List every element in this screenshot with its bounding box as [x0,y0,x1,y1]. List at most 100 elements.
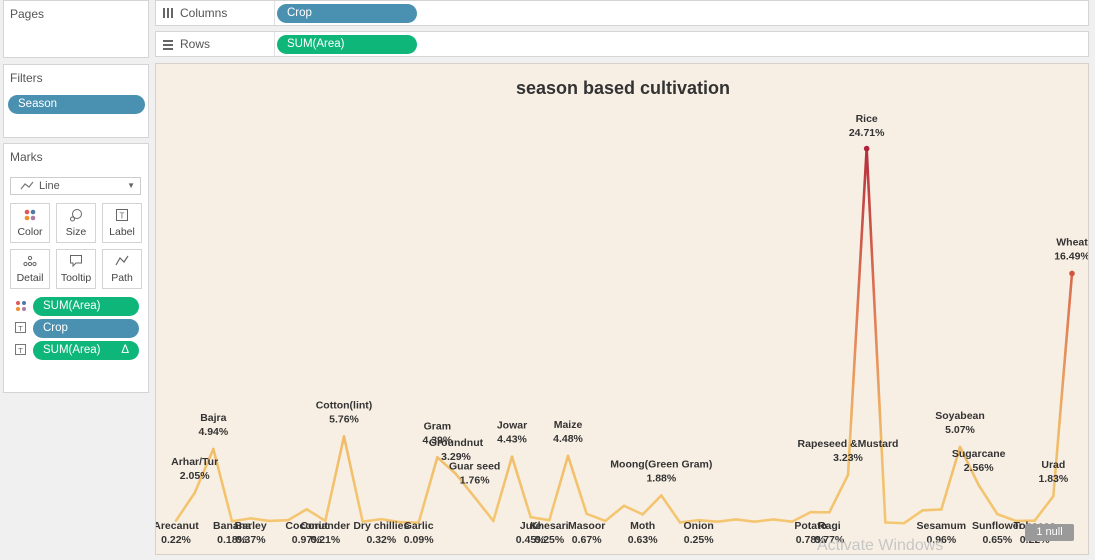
color-button[interactable]: Color [10,203,50,243]
data-label: Wheat 16.49% [1054,236,1088,262]
rows-pill-sum-area[interactable]: SUM(Area) [277,35,417,54]
filters-title: Filters [10,71,43,85]
path-icon [103,254,141,270]
tooltip-icon [57,254,95,270]
data-label-value: 0.67% [572,534,602,546]
data-label-crop: Barley [235,520,267,532]
data-label-value: 2.05% [180,470,210,482]
tooltip-button[interactable]: Tooltip [56,249,96,289]
columns-shelf[interactable]: Columns Crop [155,0,1089,26]
data-label: Dry chillies 0.32% [353,520,409,546]
data-label: Bajra 4.94% [198,412,228,438]
line-segment [828,473,850,514]
data-label-value: 0.32% [366,534,396,546]
data-label: Cotton(lint) 5.76% [316,399,373,425]
data-label-crop: Cotton(lint) [316,399,373,411]
line-segment [734,518,756,524]
data-label-value: 4.94% [198,426,228,438]
data-label-crop: Ragi [818,520,841,532]
rows-shelf[interactable]: Rows SUM(Area) [155,31,1089,57]
path-button[interactable]: Path [102,249,142,289]
data-label-crop: Masoor [568,520,605,532]
columns-pill-crop[interactable]: Crop [277,4,417,23]
chart-points [863,145,1075,277]
line-segment [548,454,570,522]
rows-label: Rows [180,37,211,51]
line-segment [977,483,999,516]
svg-text:T: T [18,346,23,355]
data-point[interactable] [863,145,870,152]
data-label: Onion 0.25% [684,520,715,546]
line-segment [286,507,308,522]
data-label: Jowar 4.43% [497,420,528,446]
label-button-label: Label [109,226,135,238]
data-label: Soyabean 5.07% [935,410,985,436]
data-label-crop: Sesamum [917,520,967,532]
chart-labels: Arecanut0.22%Arhar/Tur2.05%Bajra4.94%Ban… [156,113,1088,546]
data-label-value: 5.07% [945,424,975,436]
size-button-label: Size [65,226,87,238]
label-icon: T [103,208,141,224]
data-label-value: 5.76% [329,413,359,425]
data-label-value: 0.22% [161,534,191,546]
data-label-crop: Soyabean [935,410,985,422]
line-segment [417,456,439,524]
label-icon: T [15,344,27,359]
data-label-crop: Onion [684,520,714,532]
data-label: Masoor 0.67% [568,520,605,546]
data-label-value: 1.76% [460,474,490,486]
mark-type-dropdown[interactable]: Line ▼ [10,177,141,195]
null-indicator[interactable]: 1 null [1025,524,1074,541]
size-icon [57,208,95,224]
line-segment [846,147,868,477]
color-dots-icon [15,300,27,315]
filters-card: Filters Season [3,64,149,138]
mark-field-sum-area-label-text: SUM(Area) [43,344,101,356]
data-label-value: 24.71% [849,127,885,139]
detail-button[interactable]: Detail [10,249,50,289]
pages-title: Pages [10,7,45,21]
data-label-crop: Garlic [404,520,434,532]
data-label-value: 1.88% [646,472,676,484]
color-button-label: Color [17,226,43,238]
line-segment [660,494,682,524]
line-segment [772,518,794,524]
line-segment [174,491,196,522]
label-button[interactable]: T Label [102,203,142,243]
line-segment [884,521,906,525]
data-label-value: 0.25% [534,534,564,546]
data-label-crop: Moth [630,520,655,532]
data-label: Khesari 0.25% [530,520,569,546]
data-label-value: 2.56% [964,462,994,474]
mark-field-sum-area-label[interactable]: SUM(Area) Δ [33,341,139,360]
line-segment [753,518,775,524]
chart-area: season based cultivation Arecanut 0.22% Ar… [155,63,1089,555]
columns-icon [162,7,174,22]
data-label-value: 16.49% [1054,250,1088,262]
line-segment [865,147,887,524]
shelf-divider [274,32,275,56]
marks-title: Marks [10,150,43,164]
mark-field-sum-area-color[interactable]: SUM(Area) [33,297,139,316]
data-label-value: 3.23% [833,452,863,464]
data-label-value: 4.48% [553,433,583,445]
data-label-value: 0.09% [404,534,434,546]
detail-icon [11,254,49,270]
data-label-crop: Guar seed [449,460,500,472]
line-segment [716,518,738,524]
path-button-label: Path [111,272,133,284]
data-point[interactable] [1069,270,1075,277]
data-label-crop: Coriander [301,520,351,532]
mark-field-crop-label[interactable]: Crop [33,319,139,338]
size-button[interactable]: Size [56,203,96,243]
rows-icon [162,39,174,54]
line-segment [342,435,364,524]
data-label-value: 0.25% [684,534,714,546]
data-label-crop: Arhar/Tur [171,456,218,468]
data-label: Maize 4.48% [553,419,583,445]
shelf-divider [274,1,275,25]
data-label-crop: Gram [424,420,451,432]
filter-pill-season[interactable]: Season [8,95,145,114]
data-label-crop: Sugarcane [952,448,1006,460]
detail-button-label: Detail [16,272,44,284]
